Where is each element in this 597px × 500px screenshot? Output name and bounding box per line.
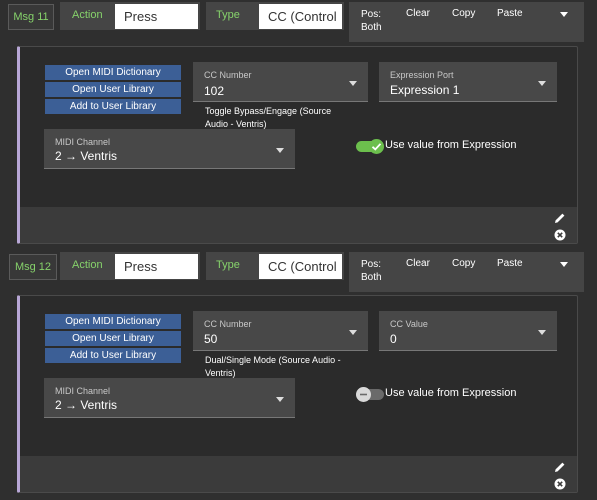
action-label: Action [72,259,103,271]
message-12-header: Msg 12 Action Press Type CC (Control Pos… [0,250,597,294]
message-toolbar: Pos: Both Clear Copy Paste [349,2,584,42]
cc-description: Dual/Single Mode (Source Audio - Ventris… [205,355,341,378]
cc-description: Toggle Bypass/Engage (Source Audio - Ven… [205,106,332,129]
expression-port-select[interactable]: Expression Port Expression 1 [379,62,557,102]
close-circle-icon[interactable] [553,228,567,242]
field-label: MIDI Channel [55,137,111,147]
position-value: Both [361,272,382,283]
card-footer [20,207,577,243]
message-badge: Msg 11 [8,4,54,30]
checkmark-icon [369,139,384,154]
chevron-down-icon [538,81,546,86]
toggle-label: Use value from Expression [385,139,517,151]
position-value: Both [361,22,382,33]
use-expression-toggle[interactable]: Use value from Expression [356,387,556,403]
position-selector[interactable]: Pos: Both [361,8,382,34]
action-input[interactable]: Press [115,4,198,29]
pencil-icon[interactable] [553,211,567,225]
message-badge: Msg 12 [9,254,57,280]
paste-button[interactable]: Paste [497,8,523,19]
chevron-down-icon [276,397,284,402]
message-12-card: Open MIDI Dictionary Open User Library A… [17,295,578,493]
toggle-knob [356,387,371,402]
type-input[interactable]: CC (Control [259,4,342,29]
message-11-header: Msg 11 Action Press Type CC (Control Pos… [0,0,597,44]
message-toolbar: Pos: Both Clear Copy Paste [349,252,584,292]
action-group: Action Press [60,252,200,280]
field-value: 50 [204,332,218,346]
field-value: Expression 1 [390,83,460,97]
open-midi-dictionary-button[interactable]: Open MIDI Dictionary [45,65,181,80]
cc-number-select[interactable]: CC Number 102 [193,62,368,102]
copy-button[interactable]: Copy [452,8,475,19]
clear-button[interactable]: Clear [406,8,430,19]
action-label: Action [72,9,103,21]
use-expression-toggle[interactable]: Use value from Expression [356,139,556,155]
clear-button[interactable]: Clear [406,258,430,269]
toggle-label: Use value from Expression [385,387,517,399]
chevron-down-icon[interactable] [560,262,568,267]
position-selector[interactable]: Pos: Both [361,258,382,284]
midi-channel-select[interactable]: MIDI Channel 2 → Ventris [44,129,295,169]
field-label: Expression Port [390,70,454,80]
field-label: CC Number [204,70,252,80]
field-label: CC Value [390,319,428,329]
cc-value-select[interactable]: CC Value 0 [379,311,557,351]
field-value: 102 [204,84,225,98]
open-user-library-button[interactable]: Open User Library [45,82,181,97]
type-label: Type [216,259,240,271]
position-label: Pos: [361,259,382,270]
midi-channel-select[interactable]: MIDI Channel 2 → Ventris [44,378,295,418]
field-label: MIDI Channel [55,386,111,396]
chevron-down-icon [538,330,546,335]
toggle-track [356,387,384,402]
add-to-user-library-button[interactable]: Add to User Library [45,348,181,363]
field-label: CC Number [204,319,252,329]
type-group: Type CC (Control [206,252,344,280]
field-value: 2 → Ventris [55,398,118,412]
field-value: 2 → Ventris [55,149,118,163]
message-11-card: Open MIDI Dictionary Open User Library A… [17,46,578,244]
position-label: Pos: [361,9,382,20]
paste-button[interactable]: Paste [497,258,523,269]
chevron-down-icon [349,81,357,86]
pencil-icon[interactable] [553,460,567,474]
open-user-library-button[interactable]: Open User Library [45,331,181,346]
field-value: 0 [390,332,397,346]
open-midi-dictionary-button[interactable]: Open MIDI Dictionary [45,314,181,329]
add-to-user-library-button[interactable]: Add to User Library [45,99,181,114]
chevron-down-icon [349,330,357,335]
action-input[interactable]: Press [115,254,198,279]
close-circle-icon[interactable] [553,477,567,491]
copy-button[interactable]: Copy [452,258,475,269]
cc-number-select[interactable]: CC Number 50 [193,311,368,351]
action-group: Action Press [60,2,200,30]
chevron-down-icon[interactable] [560,12,568,17]
type-group: Type CC (Control [206,2,344,30]
card-footer [20,456,577,492]
chevron-down-icon [276,148,284,153]
toggle-track [356,139,384,154]
type-input[interactable]: CC (Control [259,254,342,279]
type-label: Type [216,9,240,21]
